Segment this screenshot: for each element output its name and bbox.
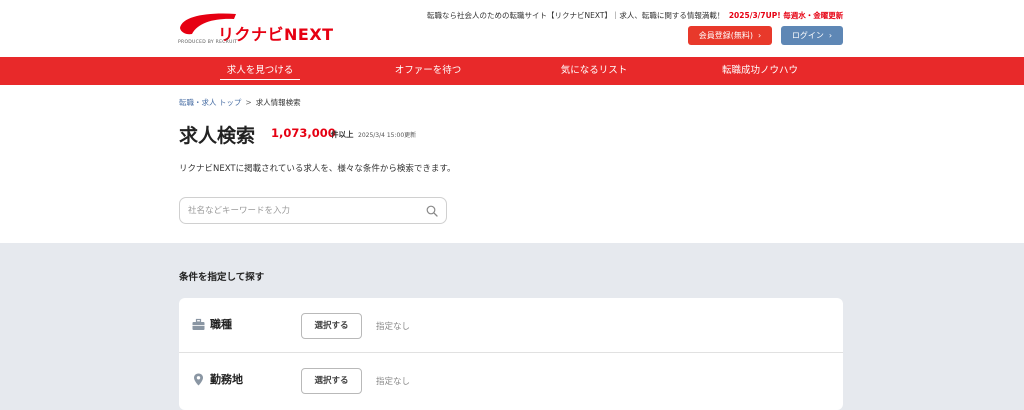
search-icon[interactable]	[426, 205, 438, 217]
conditions-title: 条件を指定して探す	[179, 272, 265, 283]
condition-value-job-type: 指定なし	[376, 322, 411, 332]
breadcrumb: 転職・求人 トップ > 求人情報検索	[179, 97, 301, 108]
select-job-type-button[interactable]: 選択する	[301, 313, 362, 339]
condition-value-location: 指定なし	[376, 377, 411, 387]
main-nav: 求人を見つける オファーを待つ 気になるリスト 転職成功ノウハウ	[0, 57, 1024, 85]
breadcrumb-home-link[interactable]: 転職・求人 トップ	[179, 98, 241, 107]
condition-row-job-type: 職種 選択する 指定なし	[179, 298, 843, 353]
select-location-button[interactable]: 選択する	[301, 368, 362, 394]
site-logo[interactable]: リクナビNEXT PRODUCED BY RECRUIT	[178, 10, 348, 50]
nav-item-find-jobs[interactable]: 求人を見つける	[218, 57, 302, 85]
keyword-search-input[interactable]	[188, 204, 418, 218]
chevron-right-icon: ›	[828, 31, 833, 40]
nav-item-wait-offers[interactable]: オファーを待つ	[385, 57, 471, 85]
page-title: 求人検索	[179, 125, 256, 147]
condition-label-job-type: 職種	[210, 318, 232, 331]
briefcase-icon	[192, 318, 205, 330]
nav-item-saved-list[interactable]: 気になるリスト	[551, 57, 637, 85]
location-pin-icon	[194, 373, 203, 386]
keyword-search-box	[179, 197, 447, 224]
nav-item-career-tips[interactable]: 転職成功ノウハウ	[712, 57, 808, 85]
site-header: リクナビNEXT PRODUCED BY RECRUIT 転職なら社会人のための…	[0, 0, 1024, 57]
condition-label-location: 勤務地	[210, 373, 243, 386]
header-tagline: 転職なら社会人のための転職サイト【リクナビNEXT】｜求人、転職に関する情報満載…	[427, 10, 843, 21]
page-description: リクナビNEXTに掲載されている求人を、様々な条件から検索できます。	[179, 164, 456, 174]
tagline-text: 転職なら社会人のための転職サイト【リクナビNEXT】｜求人、転職に関する情報満載…	[427, 11, 725, 20]
conditions-panel: 職種 選択する 指定なし 勤務地 選択する 指定なし	[179, 298, 843, 410]
breadcrumb-separator: >	[245, 98, 252, 107]
job-count-suffix: 件以上	[331, 130, 354, 139]
logo-byline: PRODUCED BY RECRUIT	[178, 40, 238, 45]
chevron-right-icon: ›	[758, 31, 762, 40]
update-notice: 2025/3/7UP! 毎週水・金曜更新	[728, 11, 844, 20]
job-count: 1,073,000	[271, 126, 336, 140]
register-button-label: 会員登録(無料)	[698, 31, 754, 40]
updated-timestamp: 2025/3/4 15:00更新	[358, 132, 417, 139]
login-button[interactable]: ログイン ›	[781, 26, 843, 45]
breadcrumb-current: 求人情報検索	[255, 98, 301, 107]
register-button[interactable]: 会員登録(無料) ›	[688, 26, 772, 45]
login-button-label: ログイン	[791, 31, 824, 40]
condition-row-location: 勤務地 選択する 指定なし	[179, 353, 843, 408]
